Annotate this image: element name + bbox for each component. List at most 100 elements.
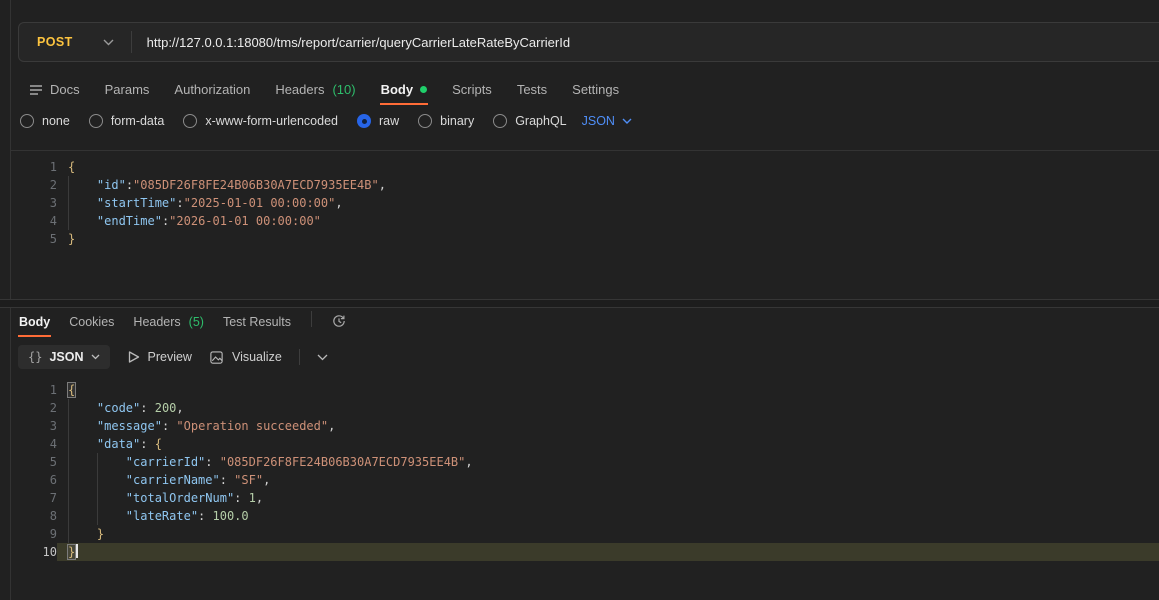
code-line: 4 "data": { xyxy=(11,435,1159,453)
line-number: 4 xyxy=(11,435,57,453)
tab-label: Test Results xyxy=(223,315,291,329)
line-number: 8 xyxy=(11,507,57,525)
tab-label: Tests xyxy=(517,82,547,97)
history-clock-icon xyxy=(331,313,347,329)
line-number: 5 xyxy=(11,230,57,248)
more-options-button[interactable] xyxy=(317,354,328,361)
tab-scripts[interactable]: Scripts xyxy=(451,78,493,105)
request-tabs: Docs Params Authorization Headers (10) Bo… xyxy=(28,78,620,105)
body-type-selector: none form-data x-www-form-urlencoded raw… xyxy=(20,114,632,128)
body-modified-dot xyxy=(420,86,427,93)
tab-docs[interactable]: Docs xyxy=(28,78,81,105)
language-label: JSON xyxy=(582,114,615,128)
response-tabs: Body Cookies Headers (5) Test Results xyxy=(18,308,347,337)
request-url-bar: POST http://127.0.0.1:18080/tms/report/c… xyxy=(18,22,1159,62)
line-number: 3 xyxy=(11,417,57,435)
tab-test-results[interactable]: Test Results xyxy=(222,311,292,337)
chevron-down-icon[interactable] xyxy=(103,39,114,46)
line-number: 1 xyxy=(11,158,57,176)
tab-label: Cookies xyxy=(69,315,114,329)
tab-tests[interactable]: Tests xyxy=(516,78,548,105)
radio-label: form-data xyxy=(111,114,165,128)
response-tabs-divider xyxy=(311,311,312,327)
radio-raw[interactable]: raw xyxy=(357,114,399,128)
preview-button[interactable]: Preview xyxy=(127,350,192,364)
radio-icon xyxy=(89,114,103,128)
radio-icon xyxy=(20,114,34,128)
code-line: 2 "id":"085DF26F8FE24B06B30A7ECD7935EE4B… xyxy=(11,176,1159,194)
radio-form-data[interactable]: form-data xyxy=(89,114,165,128)
radio-label: binary xyxy=(440,114,474,128)
tab-label: Headers xyxy=(133,315,180,329)
raw-language-dropdown[interactable]: JSON xyxy=(582,114,632,128)
radio-binary[interactable]: binary xyxy=(418,114,474,128)
api-client-window: POST http://127.0.0.1:18080/tms/report/c… xyxy=(0,0,1159,600)
request-body-editor[interactable]: 1{2 "id":"085DF26F8FE24B06B30A7ECD7935EE… xyxy=(11,150,1159,307)
code-line: 3 "message": "Operation succeeded", xyxy=(11,417,1159,435)
url-input[interactable]: http://127.0.0.1:18080/tms/report/carrie… xyxy=(147,35,570,50)
method-selector[interactable]: POST xyxy=(19,35,73,49)
history-button[interactable] xyxy=(331,313,347,337)
code-line: 1{ xyxy=(11,381,1159,399)
tab-response-headers[interactable]: Headers (5) xyxy=(132,311,205,337)
preview-label: Preview xyxy=(148,350,192,364)
code-line: 8 "lateRate": 100.0 xyxy=(11,507,1159,525)
radio-icon xyxy=(418,114,432,128)
code-line: 9 } xyxy=(11,525,1159,543)
response-body-editor[interactable]: 1{2 "code": 200,3 "message": "Operation … xyxy=(11,376,1159,600)
radio-graphql[interactable]: GraphQL xyxy=(493,114,566,128)
tab-label: Params xyxy=(105,82,150,97)
line-number: 4 xyxy=(11,212,57,230)
line-number: 5 xyxy=(11,453,57,471)
url-bar-divider xyxy=(131,31,132,53)
image-icon xyxy=(209,350,224,365)
line-number: 9 xyxy=(11,525,57,543)
code-line: 10} xyxy=(11,543,1159,561)
line-number: 1 xyxy=(11,381,57,399)
radio-icon xyxy=(183,114,197,128)
radio-selected-icon xyxy=(357,114,371,128)
response-headers-count-badge: (5) xyxy=(189,315,204,329)
tab-label: Body xyxy=(19,315,50,329)
radio-icon xyxy=(493,114,507,128)
response-format-dropdown[interactable]: {} JSON xyxy=(18,345,110,369)
code-line: 1{ xyxy=(11,158,1159,176)
tab-cookies[interactable]: Cookies xyxy=(68,311,115,337)
line-number: 2 xyxy=(11,176,57,194)
line-number: 10 xyxy=(11,543,57,561)
code-line: 3 "startTime":"2025-01-01 00:00:00", xyxy=(11,194,1159,212)
visualize-label: Visualize xyxy=(232,350,282,364)
tab-label: Headers xyxy=(275,82,324,97)
radio-none[interactable]: none xyxy=(20,114,70,128)
response-toolbar: {} JSON Preview Visualize xyxy=(18,345,328,369)
headers-count-badge: (10) xyxy=(332,82,355,97)
play-icon xyxy=(127,350,140,364)
code-line: 4 "endTime":"2026-01-01 00:00:00" xyxy=(11,212,1159,230)
tab-label: Docs xyxy=(50,82,80,97)
radio-label: x-www-form-urlencoded xyxy=(205,114,338,128)
radio-label: GraphQL xyxy=(515,114,566,128)
panel-resize-handle[interactable] xyxy=(0,299,1159,308)
visualize-button[interactable]: Visualize xyxy=(209,350,282,365)
tab-authorization[interactable]: Authorization xyxy=(173,78,251,105)
tab-label: Settings xyxy=(572,82,619,97)
line-number: 6 xyxy=(11,471,57,489)
tab-label: Authorization xyxy=(174,82,250,97)
radio-x-www-form-urlencoded[interactable]: x-www-form-urlencoded xyxy=(183,114,338,128)
tab-body[interactable]: Body xyxy=(380,78,429,105)
code-line: 7 "totalOrderNum": 1, xyxy=(11,489,1159,507)
tab-params[interactable]: Params xyxy=(104,78,151,105)
line-number: 7 xyxy=(11,489,57,507)
tab-response-body[interactable]: Body xyxy=(18,311,51,337)
braces-icon: {} xyxy=(28,350,42,364)
toolbar-divider xyxy=(299,349,300,365)
chevron-down-icon xyxy=(317,354,328,361)
code-line: 6 "carrierName": "SF", xyxy=(11,471,1159,489)
chevron-down-icon xyxy=(91,354,100,360)
tab-label: Scripts xyxy=(452,82,492,97)
tab-settings[interactable]: Settings xyxy=(571,78,620,105)
code-line: 5 "carrierId": "085DF26F8FE24B06B30A7ECD… xyxy=(11,453,1159,471)
format-label: JSON xyxy=(49,350,83,364)
line-number: 3 xyxy=(11,194,57,212)
tab-headers[interactable]: Headers (10) xyxy=(274,78,356,105)
